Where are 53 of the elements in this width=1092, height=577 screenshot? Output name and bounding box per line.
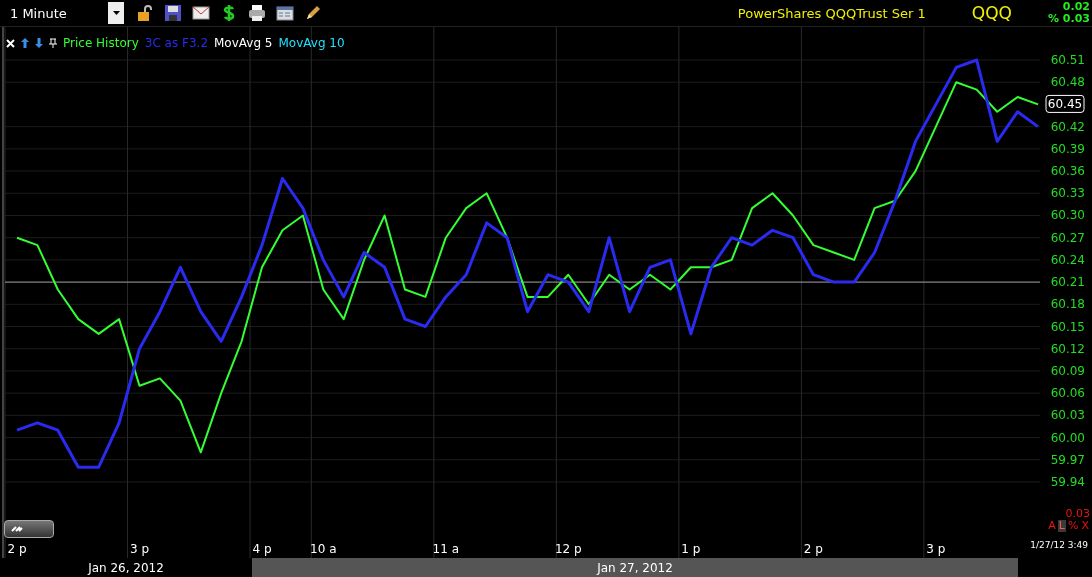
y-tick-label: 60.00 <box>1050 431 1085 445</box>
legend-item: Price History <box>63 36 139 51</box>
y-tick-label: 60.36 <box>1050 164 1085 179</box>
security-name: PowerShares QQQTrust Ser 1 <box>737 5 926 21</box>
change-value: 0.02 <box>1062 1 1090 14</box>
x-tick-label: 2 p <box>803 542 823 557</box>
down-arrow-icon[interactable] <box>35 38 43 49</box>
y-tick-label: 60.51 <box>1050 53 1085 68</box>
dropdown-button[interactable] <box>108 2 124 25</box>
up-arrow-icon[interactable] <box>21 38 29 49</box>
scale-button[interactable]: A <box>1047 520 1057 533</box>
x-tick-label: 3 p <box>926 542 946 557</box>
y-tick-label: 60.21 <box>1050 275 1085 290</box>
y-tick-label: 60.33 <box>1050 186 1085 201</box>
y-tick-label: 60.27 <box>1050 231 1085 246</box>
change-percent: % 0.03 <box>1048 13 1090 26</box>
y-tick-label: 60.12 <box>1050 342 1085 357</box>
y-tick-label: 60.39 <box>1050 142 1085 157</box>
x-tick-label: 1 p <box>681 542 701 557</box>
pin-icon[interactable] <box>49 38 57 49</box>
y-tick-label: 60.18 <box>1050 297 1085 312</box>
scale-value: 0.03 <box>1065 508 1090 521</box>
interval-dropdown[interactable]: 1 Minute <box>2 2 102 25</box>
legend-item: MovAvg 10 <box>278 36 345 51</box>
scale-button[interactable]: L <box>1057 520 1066 533</box>
y-tick-label: 60.24 <box>1050 253 1085 268</box>
scale-button[interactable]: % <box>1067 520 1080 533</box>
close-icon[interactable] <box>6 38 15 48</box>
timestamp: 1/27/12 3:49 <box>1030 540 1088 551</box>
legend-item: 3C as F3.2 <box>144 36 208 51</box>
y-tick-label: 60.09 <box>1050 364 1085 379</box>
y-tick-label: 59.97 <box>1050 453 1085 468</box>
scale-button[interactable]: X <box>1080 520 1090 533</box>
caret-icon <box>112 11 120 16</box>
last-price-label: 60.45 <box>1045 95 1085 114</box>
symbol-label: QQQ <box>971 3 1012 24</box>
y-tick-label: 59.94 <box>1050 475 1085 490</box>
y-tick-label: 60.03 <box>1050 408 1085 423</box>
x-tick-label: 12 p <box>555 542 582 557</box>
legend-item: MovAvg 5 <box>214 36 273 51</box>
y-tick-label: 60.48 <box>1050 75 1085 90</box>
x-tick-label: 3 p <box>130 542 150 557</box>
grip-icon <box>11 525 23 534</box>
x-tick-label: 2 p <box>7 542 27 557</box>
scroll-button[interactable] <box>4 520 54 539</box>
y-tick-label: 60.06 <box>1050 386 1085 401</box>
y-tick-label: 60.42 <box>1050 120 1085 135</box>
x-tick-label: 11 a <box>432 542 460 557</box>
x-tick-label: 4 p <box>252 542 272 557</box>
date-label: Jan 27, 2012 <box>252 558 1018 577</box>
y-tick-label: 60.30 <box>1050 208 1085 223</box>
y-tick-label: 60.15 <box>1050 319 1085 334</box>
x-tick-label: 10 a <box>310 542 337 557</box>
